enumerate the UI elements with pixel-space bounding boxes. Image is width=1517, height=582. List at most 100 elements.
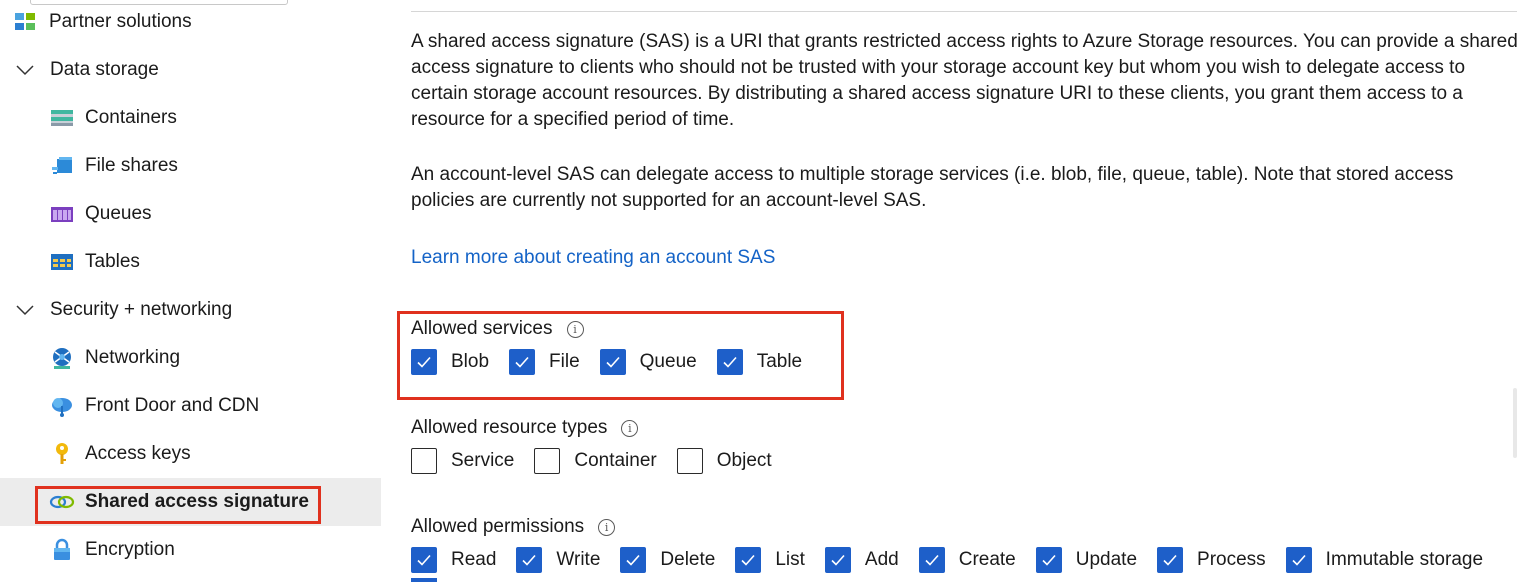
checkbox-label: Update (1075, 549, 1138, 570)
checkbox-checked-icon[interactable] (1035, 547, 1062, 573)
sidebar-item-encryption[interactable]: Encryption (0, 526, 381, 574)
allowed-resource-types-options: Service Container Object (411, 448, 772, 474)
learn-more-link[interactable]: Learn more about creating an account SAS (411, 245, 775, 271)
key-icon (49, 441, 75, 467)
sidebar-item-front-door-cdn[interactable]: Front Door and CDN (0, 382, 381, 430)
chevron-down-icon (14, 297, 36, 323)
sidebar-item-networking[interactable]: Networking (0, 334, 381, 382)
checkbox-label: Immutable storage (1325, 549, 1484, 570)
sas-description: A shared access signature (SAS) is a URI… (411, 31, 1517, 130)
lock-icon (49, 537, 75, 563)
sidebar-item-label: Networking (85, 347, 181, 368)
checkbox-checked-icon[interactable] (716, 349, 743, 375)
sidebar-item-file-shares[interactable]: File shares (0, 142, 381, 190)
checkbox-label: Process (1197, 549, 1266, 570)
sidebar-item-access-keys[interactable]: Access keys (0, 430, 381, 478)
checkbox-add[interactable]: Add (824, 547, 899, 573)
checkbox-label: List (775, 549, 805, 570)
checkbox-read[interactable]: Read (411, 547, 496, 573)
checkbox-queue[interactable]: Queue (599, 349, 697, 375)
checkbox-label: Table (756, 351, 803, 372)
checkbox-label: Delete (660, 549, 716, 570)
checkbox-object[interactable]: Object (676, 448, 772, 474)
sidebar-item-shared-access-signature[interactable]: Shared access signature (0, 478, 381, 526)
checkbox-checked-icon[interactable] (509, 349, 536, 375)
allowed-resource-types-label: Allowed resource types i (411, 416, 639, 440)
file-shares-icon (49, 153, 75, 179)
checkbox-write[interactable]: Write (516, 547, 600, 573)
checkbox-checked-icon[interactable] (1157, 547, 1184, 573)
sidebar-nav: Partner solutions Data storage Container… (0, 0, 381, 582)
checkbox-checked-icon[interactable] (918, 547, 945, 573)
sidebar-item-label: File shares (85, 155, 178, 176)
allowed-permissions-label: Allowed permissions i (411, 515, 616, 539)
sidebar-item-label: Queues (85, 203, 152, 224)
scrollbar[interactable] (1513, 388, 1517, 458)
checkbox-create[interactable]: Create (918, 547, 1016, 573)
checkbox-table[interactable]: Table (716, 349, 803, 375)
checkbox-label: File (549, 351, 580, 372)
tables-icon (49, 249, 75, 275)
sidebar-item-containers[interactable]: Containers (0, 94, 381, 142)
sidebar-group-label: Data storage (50, 59, 159, 80)
account-sas-note: An account-level SAS can delegate access… (411, 164, 1454, 211)
checkbox-label: Add (864, 549, 899, 570)
info-icon[interactable]: i (598, 518, 616, 536)
next-row-checkbox[interactable] (411, 578, 437, 582)
main-content: A shared access signature (SAS) is a URI… (381, 0, 1517, 582)
checkbox-process[interactable]: Process (1157, 547, 1266, 573)
checkbox-file[interactable]: File (509, 349, 580, 375)
section-label-text: Allowed resource types (411, 417, 608, 438)
checkbox-service[interactable]: Service (411, 448, 514, 474)
checkbox-delete[interactable]: Delete (620, 547, 715, 573)
sidebar-item-label: Shared access signature (85, 491, 309, 512)
sidebar-group-security-networking[interactable]: Security + networking (0, 286, 381, 334)
checkbox-label: Queue (639, 351, 697, 372)
checkbox-label: Create (958, 549, 1016, 570)
checkbox-checked-icon[interactable] (1285, 547, 1312, 573)
checkbox-label: Write (556, 549, 601, 570)
allowed-services-label: Allowed services i (411, 317, 584, 341)
sidebar-item-label: Containers (85, 107, 177, 128)
info-icon[interactable]: i (621, 419, 639, 437)
info-icon[interactable]: i (566, 320, 584, 338)
section-label-text: Allowed permissions (411, 516, 585, 537)
sidebar-item-label: Tables (85, 251, 140, 272)
chevron-down-icon (14, 57, 36, 83)
checkbox-immutable-storage[interactable]: Immutable storage (1285, 547, 1484, 573)
checkbox-label: Read (451, 549, 497, 570)
checkbox-label: Container (574, 450, 657, 471)
checkbox-list[interactable]: List (735, 547, 805, 573)
sidebar-item-tables[interactable]: Tables (0, 238, 381, 286)
networking-icon (49, 345, 75, 371)
checkbox-label: Blob (451, 351, 490, 372)
front-door-icon (49, 393, 75, 419)
checkbox-checked-icon[interactable] (599, 349, 626, 375)
checkbox-checked-icon[interactable] (516, 547, 543, 573)
checkbox-unchecked-icon[interactable] (676, 448, 703, 474)
partner-solutions-icon (13, 9, 39, 35)
checkbox-checked-icon[interactable] (411, 547, 437, 573)
checkbox-checked-icon[interactable] (620, 547, 647, 573)
sidebar-item-label: Access keys (85, 443, 191, 464)
sidebar-item-partner-solutions[interactable]: Partner solutions (0, 0, 381, 46)
checkbox-checked-icon[interactable] (411, 349, 437, 375)
checkbox-blob[interactable]: Blob (411, 349, 489, 375)
checkbox-container[interactable]: Container (534, 448, 657, 474)
checkbox-label: Object (716, 450, 772, 471)
checkbox-checked-icon[interactable] (824, 547, 851, 573)
sidebar-item-queues[interactable]: Queues (0, 190, 381, 238)
allowed-permissions-options: Read Write Delete List Add Create Update… (411, 547, 1483, 573)
sidebar-item-label: Front Door and CDN (85, 395, 260, 416)
checkbox-unchecked-icon[interactable] (534, 448, 561, 474)
link-icon (49, 489, 75, 515)
sidebar-group-data-storage[interactable]: Data storage (0, 46, 381, 94)
sidebar-item-label: Partner solutions (49, 11, 192, 32)
sidebar-group-label: Security + networking (50, 299, 233, 320)
sidebar-item-label: Encryption (85, 539, 175, 560)
checkbox-unchecked-icon[interactable] (411, 448, 437, 474)
checkbox-update[interactable]: Update (1035, 547, 1138, 573)
queues-icon (49, 201, 75, 227)
checkbox-checked-icon[interactable] (735, 547, 762, 573)
checkbox-label: Service (451, 450, 515, 471)
